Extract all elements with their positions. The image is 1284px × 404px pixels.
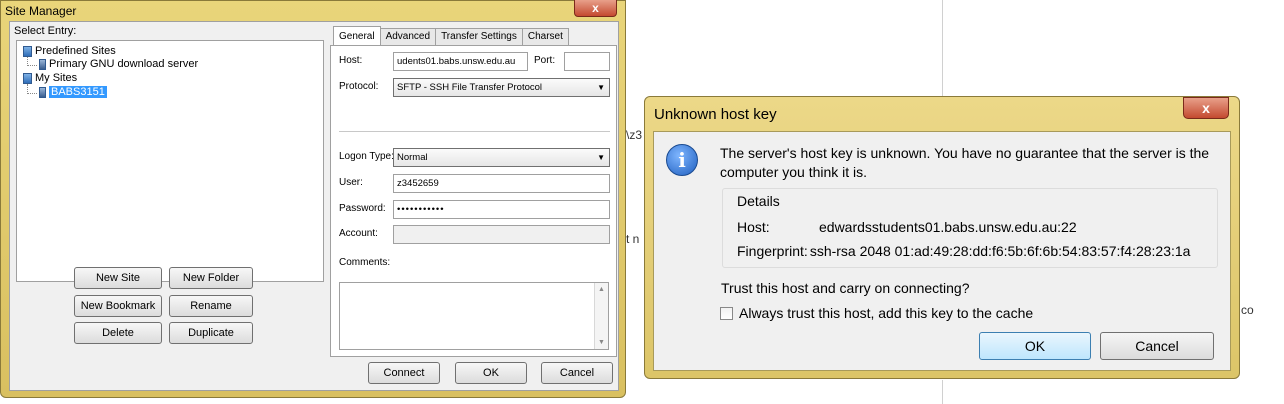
tree-item-label-selected: BABS3151: [49, 86, 107, 98]
dialog-message: The server's host key is unknown. You ha…: [720, 145, 1210, 180]
folder-icon: [23, 45, 32, 57]
host-value: edwardsstudents01.babs.unsw.edu.au:22: [819, 219, 1077, 235]
details-group: Details Host: edwardsstudents01.babs.unsw…: [722, 188, 1218, 268]
background-divider: [942, 0, 943, 96]
tree-item-label: My Sites: [35, 72, 78, 84]
background-text: \z3: [626, 128, 643, 142]
details-title: Details: [737, 193, 780, 209]
protocol-select[interactable]: SFTP - SSH File Transfer Protocol ▼: [393, 78, 610, 97]
site-tree[interactable]: Predefined Sites Primary GNU download se…: [16, 40, 324, 282]
checkbox-label[interactable]: Always trust this host, add this key to …: [739, 305, 1033, 321]
tree-connector: [27, 84, 37, 94]
unknown-host-key-dialog: Unknown host key x i The server's host k…: [644, 96, 1240, 379]
close-button[interactable]: x: [574, 0, 617, 17]
chevron-down-icon: ▼: [597, 83, 605, 92]
tab-general[interactable]: General: [333, 26, 381, 46]
divider: [339, 131, 610, 132]
select-entry-label: Select Entry:: [14, 25, 77, 37]
scroll-up-icon[interactable]: ▲: [595, 286, 608, 293]
chevron-down-icon: ▼: [597, 153, 605, 162]
password-label: Password:: [339, 203, 386, 214]
always-trust-checkbox[interactable]: Always trust this host, add this key to …: [720, 305, 1033, 321]
new-bookmark-button[interactable]: New Bookmark: [74, 295, 162, 317]
tab-transfer-settings[interactable]: Transfer Settings: [435, 28, 523, 46]
comments-label: Comments:: [339, 257, 391, 268]
trust-question: Trust this host and carry on connecting?: [721, 280, 970, 296]
host-label: Host:: [737, 219, 770, 235]
folder-icon: [23, 72, 32, 84]
server-icon: [39, 58, 46, 70]
tree-item-my-sites[interactable]: My Sites: [23, 72, 77, 84]
fingerprint-value: ssh-rsa 2048 01:ad:49:28:dd:f6:5b:6f:6b:…: [809, 243, 1191, 259]
window-title: Site Manager: [5, 4, 77, 18]
logon-type-select[interactable]: Normal ▼: [393, 148, 610, 167]
ok-button[interactable]: OK: [455, 362, 527, 384]
general-tab-panel: Host: udents01.babs.unsw.edu.au Port: Pr…: [330, 45, 617, 357]
logon-type-label: Logon Type:: [339, 151, 394, 162]
fingerprint-row: Fingerprint: ssh-rsa 2048 01:ad:49:28:dd:…: [737, 243, 1190, 259]
fingerprint-label: Fingerprint:: [737, 243, 808, 259]
comments-scrollbar[interactable]: ▲ ▼: [594, 283, 608, 349]
account-input: [393, 225, 610, 244]
info-icon: i: [666, 144, 698, 176]
new-folder-button[interactable]: New Folder: [169, 267, 253, 289]
rename-button[interactable]: Rename: [169, 295, 253, 317]
delete-button[interactable]: Delete: [74, 322, 162, 344]
port-label: Port:: [534, 55, 556, 66]
port-input[interactable]: [564, 52, 610, 71]
tree-item-gnu-server[interactable]: Primary GNU download server: [39, 58, 198, 70]
scroll-down-icon[interactable]: ▼: [595, 339, 608, 346]
account-label: Account:: [339, 228, 378, 239]
host-row: Host: edwardsstudents01.babs.unsw.edu.au:…: [737, 219, 1077, 235]
logon-type-value: Normal: [397, 152, 428, 163]
tree-connector: [27, 57, 37, 66]
comments-textarea[interactable]: ▲ ▼: [339, 282, 609, 350]
connect-button[interactable]: Connect: [368, 362, 440, 384]
tree-item-babs3151[interactable]: BABS3151: [39, 86, 107, 98]
dialog-body: i The server's host key is unknown. You …: [653, 131, 1231, 371]
duplicate-button[interactable]: Duplicate: [169, 322, 253, 344]
protocol-label: Protocol:: [339, 81, 379, 92]
tree-item-label: Predefined Sites: [35, 45, 116, 57]
password-input[interactable]: •••••••••••: [393, 200, 610, 219]
host-label: Host:: [339, 55, 363, 66]
protocol-value: SFTP - SSH File Transfer Protocol: [397, 82, 543, 93]
new-site-button[interactable]: New Site: [74, 267, 162, 289]
cancel-button[interactable]: Cancel: [1100, 332, 1214, 360]
host-input[interactable]: udents01.babs.unsw.edu.au: [393, 52, 528, 71]
tab-charset[interactable]: Charset: [521, 28, 569, 46]
user-input[interactable]: z3452659: [393, 174, 610, 193]
site-manager-window: Site Manager x Select Entry: Predefined …: [0, 0, 626, 398]
site-manager-body: Select Entry: Predefined Sites Primary G…: [9, 21, 619, 391]
background-text: co: [1241, 303, 1254, 317]
close-button[interactable]: x: [1183, 97, 1229, 119]
tree-item-label: Primary GNU download server: [49, 58, 199, 70]
title-bar[interactable]: Site Manager x: [1, 0, 625, 21]
user-label: User:: [339, 177, 363, 188]
background-divider: [942, 380, 943, 404]
background-text: t n: [626, 232, 640, 246]
settings-tabs: General Advanced Transfer Settings Chars…: [333, 26, 569, 46]
cancel-button[interactable]: Cancel: [541, 362, 613, 384]
ok-button[interactable]: OK: [979, 332, 1091, 360]
checkbox-box[interactable]: [720, 306, 733, 320]
server-icon: [39, 86, 46, 98]
dialog-title: Unknown host key: [654, 106, 777, 123]
tree-item-predefined-sites[interactable]: Predefined Sites: [23, 45, 116, 57]
tab-advanced[interactable]: Advanced: [379, 28, 437, 46]
